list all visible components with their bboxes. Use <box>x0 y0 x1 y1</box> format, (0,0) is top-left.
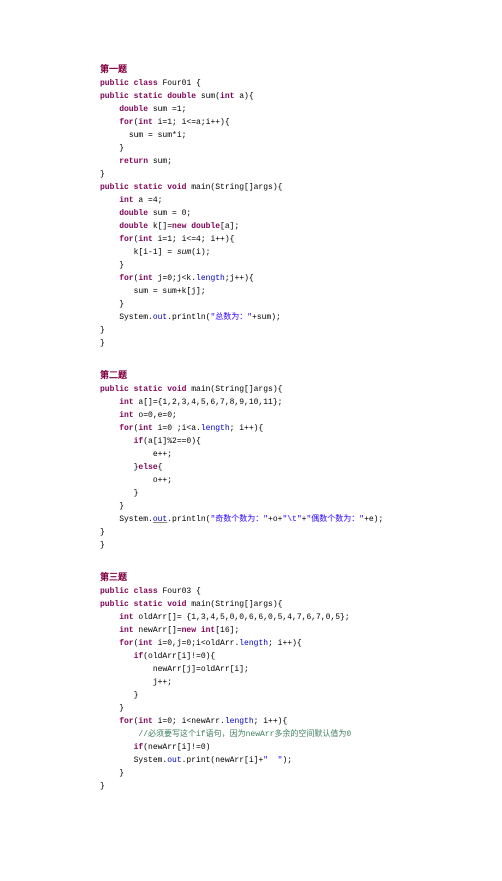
section-3-heading: 第三题 <box>100 570 402 583</box>
section-1-code: public class Four01 { public static doub… <box>100 77 402 350</box>
section-1-heading: 第一题 <box>100 62 402 75</box>
section-3-code: public class Four03 { public static void… <box>100 585 402 793</box>
section-2-heading: 第二题 <box>100 368 402 381</box>
section-2-code: public static void main(String[]args){ i… <box>100 383 402 552</box>
